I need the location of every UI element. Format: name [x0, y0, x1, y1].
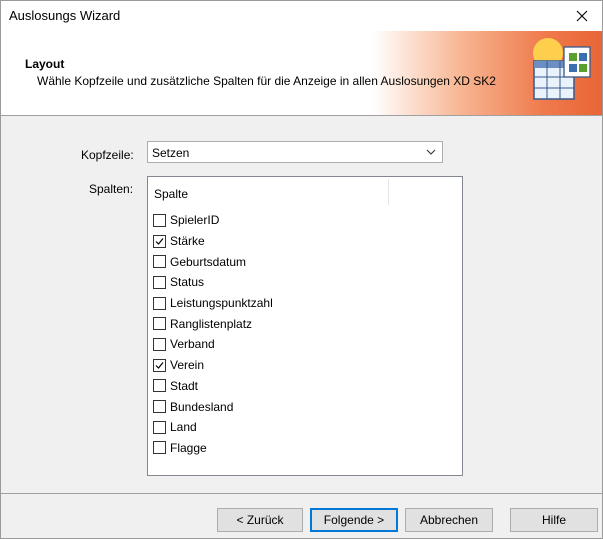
- cancel-button[interactable]: Abbrechen: [405, 508, 493, 532]
- wizard-table-icon: [533, 38, 591, 100]
- list-item[interactable]: Status: [153, 272, 273, 293]
- checkbox[interactable]: [153, 317, 166, 331]
- kopfzeile-select[interactable]: Setzen: [147, 141, 443, 163]
- spalten-list[interactable]: Spalte SpielerID Stärke Geburtsdatum Status…: [147, 176, 463, 476]
- help-button[interactable]: Hilfe: [510, 508, 598, 532]
- checkbox[interactable]: [153, 213, 166, 227]
- checkbox[interactable]: [153, 441, 166, 455]
- kopfzeile-value: Setzen: [152, 146, 190, 160]
- checkbox[interactable]: [153, 337, 166, 351]
- list-item-label: Leistungspunktzahl: [170, 296, 273, 311]
- checkbox[interactable]: [153, 296, 166, 310]
- close-button[interactable]: [562, 1, 602, 31]
- title-bar: Auslosungs Wizard: [1, 1, 602, 31]
- checkbox[interactable]: [153, 275, 166, 289]
- close-icon: [576, 10, 588, 22]
- checkmark-icon: [155, 237, 164, 245]
- column-divider[interactable]: [388, 179, 389, 205]
- list-item-label: Geburtsdatum: [170, 254, 247, 269]
- wizard-header: Layout Wähle Kopfzeile und zusätzliche S…: [1, 31, 602, 116]
- list-item[interactable]: Bundesland: [153, 396, 273, 417]
- list-item-label: Flagge: [170, 440, 207, 455]
- list-item-label: Stärke: [170, 234, 205, 249]
- list-item-label: Verein: [170, 358, 205, 373]
- list-item-label: Ranglistenplatz: [170, 316, 253, 331]
- next-button[interactable]: Folgende >: [310, 508, 398, 532]
- window-title: Auslosungs Wizard: [9, 8, 121, 23]
- wizard-window: Auslosungs Wizard Layout Wähle Kopfzeile…: [0, 0, 603, 539]
- back-button[interactable]: < Zurück: [217, 508, 303, 532]
- header-description: Wähle Kopfzeile und zusätzliche Spalten …: [37, 74, 496, 88]
- checkbox[interactable]: [153, 255, 166, 269]
- checkbox[interactable]: [153, 379, 166, 393]
- list-item[interactable]: SpielerID: [153, 210, 273, 231]
- list-item-label: Verband: [170, 337, 215, 352]
- list-item[interactable]: Stärke: [153, 231, 273, 252]
- checkmark-icon: [155, 361, 164, 369]
- list-item[interactable]: Verein: [153, 355, 273, 376]
- checkbox[interactable]: [153, 420, 166, 434]
- checkbox[interactable]: [153, 400, 166, 414]
- chevron-down-icon: [426, 149, 436, 155]
- checkbox-checked[interactable]: [153, 234, 166, 248]
- list-item[interactable]: Leistungspunktzahl: [153, 293, 273, 314]
- list-item-label: Status: [170, 275, 205, 290]
- list-item[interactable]: Verband: [153, 334, 273, 355]
- spalten-items: SpielerID Stärke Geburtsdatum Status Leistun…: [153, 210, 273, 458]
- spalten-label: Spalten:: [89, 182, 134, 196]
- list-item-label: SpielerID: [170, 213, 220, 228]
- list-column-header-label: Spalte: [154, 187, 189, 201]
- list-item-label: Stadt: [170, 378, 199, 393]
- list-item-label: Bundesland: [170, 399, 234, 414]
- header-title: Layout: [25, 57, 65, 71]
- kopfzeile-label: Kopfzeile:: [81, 148, 134, 162]
- list-column-header[interactable]: Spalte: [148, 177, 462, 207]
- list-item[interactable]: Flagge: [153, 438, 273, 459]
- list-item[interactable]: Ranglistenplatz: [153, 313, 273, 334]
- bottom-separator: [1, 493, 602, 494]
- checkbox-checked[interactable]: [153, 358, 166, 372]
- list-item[interactable]: Land: [153, 417, 273, 438]
- list-item-label: Land: [170, 420, 197, 435]
- list-item[interactable]: Geburtsdatum: [153, 251, 273, 272]
- list-item[interactable]: Stadt: [153, 376, 273, 397]
